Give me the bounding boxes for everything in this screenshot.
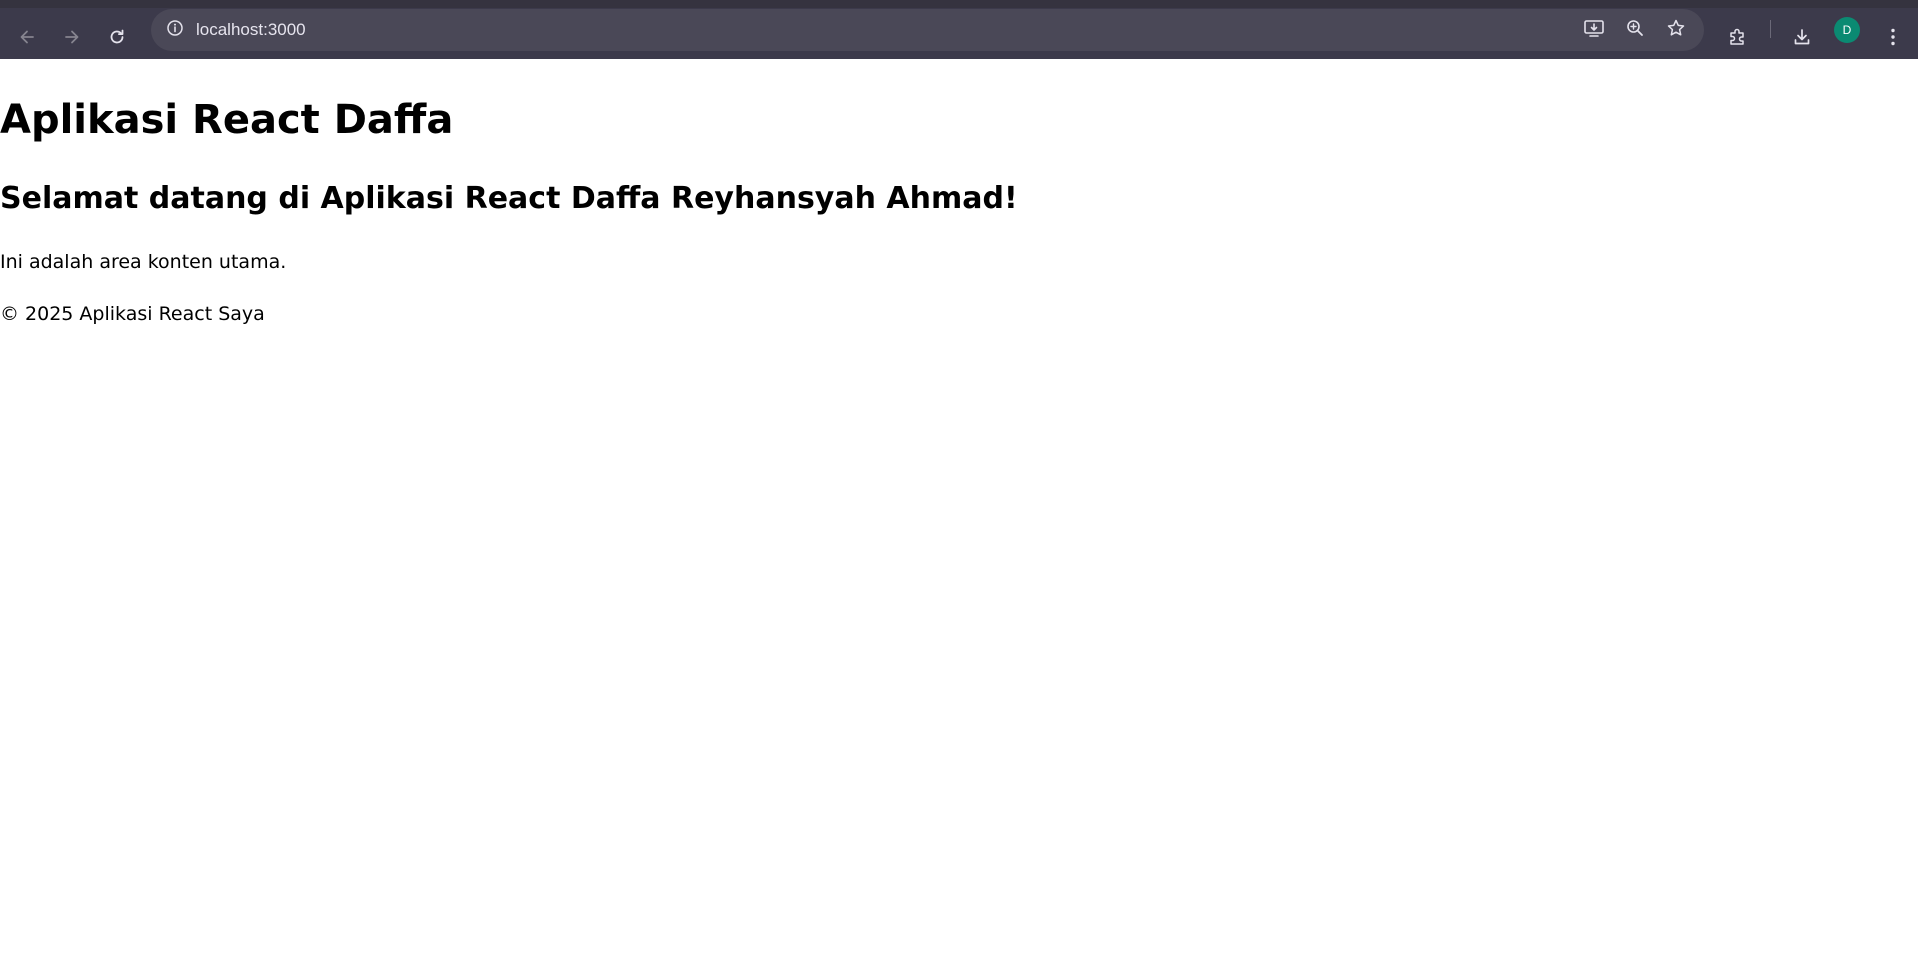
footer-text: © 2025 Aplikasi React Saya [0, 303, 265, 325]
install-app-icon [1583, 18, 1605, 42]
address-bar[interactable]: localhost:3000 [151, 9, 1704, 51]
main-content-text: Ini adalah area konten utama. [0, 251, 287, 273]
install-app-button[interactable] [1577, 14, 1611, 46]
zoom-button[interactable] [1618, 14, 1652, 46]
menu-button[interactable] [1871, 15, 1915, 59]
info-icon [166, 19, 184, 41]
downloads-button[interactable] [1780, 15, 1824, 59]
profile-avatar[interactable]: D [1834, 17, 1860, 43]
reload-icon [107, 27, 127, 47]
arrow-right-icon [62, 27, 82, 47]
welcome-heading: Selamat datang di Aplikasi React Daffa R… [0, 181, 1018, 216]
bookmark-button[interactable] [1659, 14, 1693, 46]
forward-button[interactable] [50, 15, 94, 59]
toolbar-divider [1770, 20, 1771, 38]
kebab-menu-icon [1890, 27, 1896, 47]
download-icon [1792, 27, 1812, 47]
puzzle-icon [1728, 27, 1748, 47]
page-title: Aplikasi React Daffa [0, 97, 454, 143]
url-text[interactable]: localhost:3000 [196, 20, 306, 40]
reload-button[interactable] [95, 15, 139, 59]
arrow-left-icon [17, 27, 37, 47]
page-content: Aplikasi React Daffa Selamat datang di A… [0, 59, 1918, 967]
zoom-icon [1625, 18, 1645, 42]
extensions-button[interactable] [1716, 15, 1760, 59]
site-info-button[interactable] [159, 14, 191, 46]
back-button[interactable] [5, 15, 49, 59]
browser-toolbar: localhost:3000 D [0, 0, 1918, 59]
star-icon [1666, 18, 1686, 42]
